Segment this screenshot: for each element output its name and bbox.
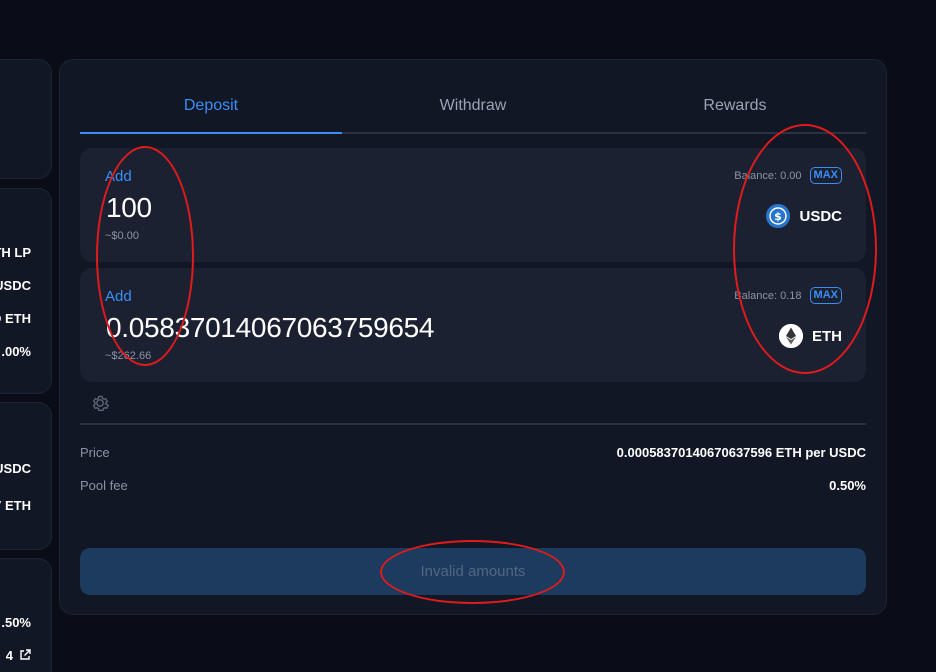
sidebar-text: .00% <box>1 344 31 359</box>
token-a-selector[interactable]: $ USDC <box>766 204 842 228</box>
price-label: Price <box>80 445 110 460</box>
pool-fee-value: 0.50% <box>829 478 866 493</box>
sidebar-card-1 <box>0 59 52 179</box>
divider <box>80 423 866 425</box>
submit-button[interactable]: Invalid amounts <box>80 548 866 595</box>
external-link-icon[interactable] <box>19 649 31 661</box>
sidebar-card-2: TH LP USDC D ETH .00% <box>0 188 52 394</box>
token-b-usd-value: ~$262.66 <box>105 350 152 362</box>
token-b-balance: Balance: 0.18 <box>734 289 802 302</box>
eth-icon <box>779 324 803 348</box>
sidebar-text: 4 <box>5 648 13 663</box>
token-b-add-label: Add <box>105 288 132 305</box>
tab-deposit[interactable]: Deposit <box>80 90 342 134</box>
token-a-input-box: Add 100 ~$0.00 Balance: 0.00 MAX $ USDC <box>80 148 866 262</box>
sidebar-text: USDC <box>0 278 31 293</box>
tab-withdraw[interactable]: Withdraw <box>342 90 604 132</box>
sidebar-text: TH LP <box>0 245 31 260</box>
tab-bar: Deposit Withdraw Rewards <box>80 90 866 134</box>
token-b-symbol: ETH <box>812 327 842 345</box>
pool-fee-label: Pool fee <box>80 478 128 493</box>
sidebar-text: D ETH <box>0 311 31 326</box>
token-b-input-box: Add 0.0583701406706375965​4 ~$262.66 Bal… <box>80 268 866 382</box>
token-a-amount-input[interactable]: 100 <box>106 192 152 224</box>
sidebar-card-3: USDC 7 ETH <box>0 402 52 550</box>
price-value: 0.0005837014067063759​6 ETH per USDC <box>616 445 866 460</box>
tab-rewards[interactable]: Rewards <box>604 90 866 132</box>
token-a-usd-value: ~$0.00 <box>105 230 139 242</box>
usdc-icon: $ <box>766 204 791 228</box>
token-a-balance-row: Balance: 0.00 MAX <box>734 167 842 184</box>
token-b-max-button[interactable]: MAX <box>809 287 842 304</box>
sidebar-text: 7 ETH <box>0 498 31 513</box>
token-a-add-label: Add <box>105 168 132 185</box>
token-b-amount-input[interactable]: 0.0583701406706375965​4 <box>106 312 435 344</box>
svg-text:$: $ <box>775 210 783 223</box>
sidebar-text: .50% <box>1 615 31 630</box>
token-a-symbol: USDC <box>799 207 842 225</box>
token-b-balance-row: Balance: 0.18 MAX <box>734 287 842 304</box>
liquidity-panel: Deposit Withdraw Rewards Add 100 ~$0.00 … <box>59 59 887 615</box>
token-a-max-button[interactable]: MAX <box>809 167 842 184</box>
sidebar-card-4: .50% 4 <box>0 558 52 672</box>
token-a-balance: Balance: 0.00 <box>734 169 802 182</box>
sidebar-text: USDC <box>0 461 31 476</box>
gear-icon[interactable] <box>89 392 111 414</box>
token-b-selector[interactable]: ETH <box>779 324 842 348</box>
